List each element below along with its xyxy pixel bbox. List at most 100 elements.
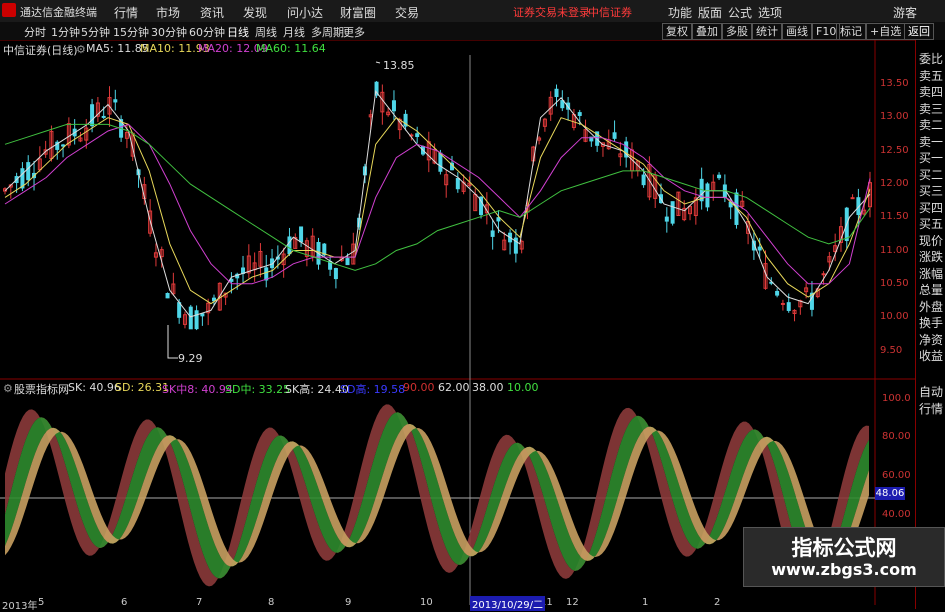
osc-current-value: 48.06 [875, 487, 905, 500]
quote-field-label: 买四 [919, 200, 944, 215]
period-1min[interactable]: 1分钟 [51, 24, 80, 40]
broker-name[interactable]: 中信证券 [588, 4, 632, 20]
user-guest[interactable]: 游客 [893, 4, 917, 21]
quote-field-label: 卖二 [919, 118, 944, 132]
ma-line-ma5 [4, 89, 871, 318]
candle-body [612, 132, 617, 139]
tool-add-watchlist[interactable]: +自选 [866, 23, 906, 40]
price-tick: 13.00 [880, 111, 909, 122]
candle-body [264, 267, 269, 281]
menu-market[interactable]: 市场 [156, 4, 180, 21]
candle-body [490, 230, 495, 237]
menu-options[interactable]: 选项 [758, 4, 782, 21]
price-tick: 10.00 [880, 311, 909, 322]
watermark-url: www.zbgs3.com [771, 560, 917, 579]
quote-field-label: 换手 [919, 316, 944, 330]
tool-adjust[interactable]: 复权 [662, 23, 692, 40]
menu-discover[interactable]: 发现 [243, 4, 267, 21]
period-5min[interactable]: 5分钟 [81, 24, 110, 40]
period-more[interactable]: 更多 [343, 24, 365, 40]
period-daily[interactable]: 日线 [227, 24, 249, 40]
price-tick: 11.50 [880, 211, 909, 222]
watermark-title: 指标公式网 [791, 536, 897, 560]
oscillator-bands [5, 404, 869, 587]
period-intraday[interactable]: 分时 [24, 24, 46, 40]
settings-icon[interactable]: ⚙ [76, 43, 86, 56]
price-tick: 11.00 [880, 245, 909, 256]
menu-ask[interactable]: 问小达 [287, 4, 323, 21]
tool-back[interactable]: 返回 [904, 23, 934, 40]
kline-chart[interactable] [0, 40, 915, 605]
tool-mark[interactable]: 标记 [836, 23, 866, 40]
tool-multi-stock[interactable]: 多股 [722, 23, 752, 40]
menu-trade[interactable]: 交易 [395, 4, 419, 21]
osc-tick: 40.00 [882, 509, 911, 520]
osc-settings-icon[interactable]: ⚙ [3, 382, 13, 395]
x-label: 7 [196, 597, 203, 608]
candle-body [211, 297, 216, 302]
x-label: 9 [345, 597, 352, 608]
period-weekly[interactable]: 周线 [255, 24, 277, 40]
quote-field-label: 现价 [919, 233, 944, 248]
candle-body [165, 292, 170, 299]
x-label: 1 [642, 597, 649, 608]
candle-body [333, 268, 338, 280]
ma-line-ma10 [4, 117, 871, 305]
period-15min[interactable]: 15分钟 [113, 24, 149, 40]
menu-function[interactable]: 功能 [668, 4, 692, 21]
candle-body [560, 100, 565, 109]
tool-draw[interactable]: 画线 [782, 23, 812, 40]
quote-mode-label[interactable]: 行情 [919, 400, 943, 417]
tool-overlay[interactable]: 叠加 [692, 23, 722, 40]
login-warning[interactable]: 证券交易未登录 [513, 4, 590, 20]
candle-body [757, 246, 762, 251]
period-multi[interactable]: 多周期 [311, 24, 344, 40]
osc-sd-mid: SD中: 33.25 [225, 383, 291, 396]
ma-line-ma60 [4, 123, 871, 271]
moving-average-lines [4, 89, 871, 318]
candle-body [113, 99, 118, 103]
quote-field-label: 卖四 [919, 85, 944, 99]
price-tick: 12.00 [880, 178, 909, 189]
menu-formula[interactable]: 公式 [728, 4, 752, 21]
candle-body [299, 226, 304, 243]
candle-body [438, 152, 443, 172]
quote-side-panel: 委比 卖五 卖四 卖三 卖二 卖一 买一 买二 买三 买四 买五 现价 涨跌 涨幅 总量 外盘 换手 净资 收益 自动… [915, 40, 945, 609]
quote-mode-label[interactable]: 自动 [919, 383, 943, 400]
osc-sk-mid: SK中8: 40.94 [162, 383, 233, 396]
menu-quotes[interactable]: 行情 [114, 4, 138, 21]
x-label: 8 [268, 597, 275, 608]
x-label: 5 [38, 597, 45, 608]
osc-sk: SK: 40.96 [68, 381, 121, 394]
osc-tick: 100.0 [882, 393, 911, 404]
candle-body [717, 174, 722, 179]
ma60-label: MA60: 11.64 [256, 42, 326, 55]
candlestick-series [3, 81, 872, 331]
candle-body [287, 236, 292, 255]
candle-body [664, 216, 669, 222]
candle-body [455, 178, 460, 190]
osc-name: 股票指标网 [14, 383, 69, 396]
quote-field-label: 卖一 [919, 134, 944, 149]
menu-layout[interactable]: 版面 [698, 4, 722, 21]
candle-body [641, 174, 646, 186]
osc-level-38: 38.00 [472, 381, 504, 394]
period-monthly[interactable]: 月线 [283, 24, 305, 40]
x-label: 12 [566, 597, 579, 608]
period-30min[interactable]: 30分钟 [151, 24, 187, 40]
candle-body [705, 183, 710, 208]
menu-wealth[interactable]: 财富圈 [340, 4, 376, 21]
candle-body [188, 306, 193, 330]
x-label: 6 [121, 597, 128, 608]
osc-level-10: 10.00 [507, 381, 539, 394]
low-annotation-line [167, 325, 178, 359]
high-annotation-line [375, 61, 381, 64]
quote-field-label: 买三 [919, 184, 944, 198]
menu-news[interactable]: 资讯 [200, 4, 224, 21]
watermark-badge: 指标公式网 www.zbgs3.com [743, 527, 945, 587]
x-label: 2013年 [2, 601, 38, 612]
period-60min[interactable]: 60分钟 [189, 24, 225, 40]
candle-body [786, 302, 791, 311]
candle-body [670, 201, 675, 224]
tool-stats[interactable]: 统计 [752, 23, 782, 40]
